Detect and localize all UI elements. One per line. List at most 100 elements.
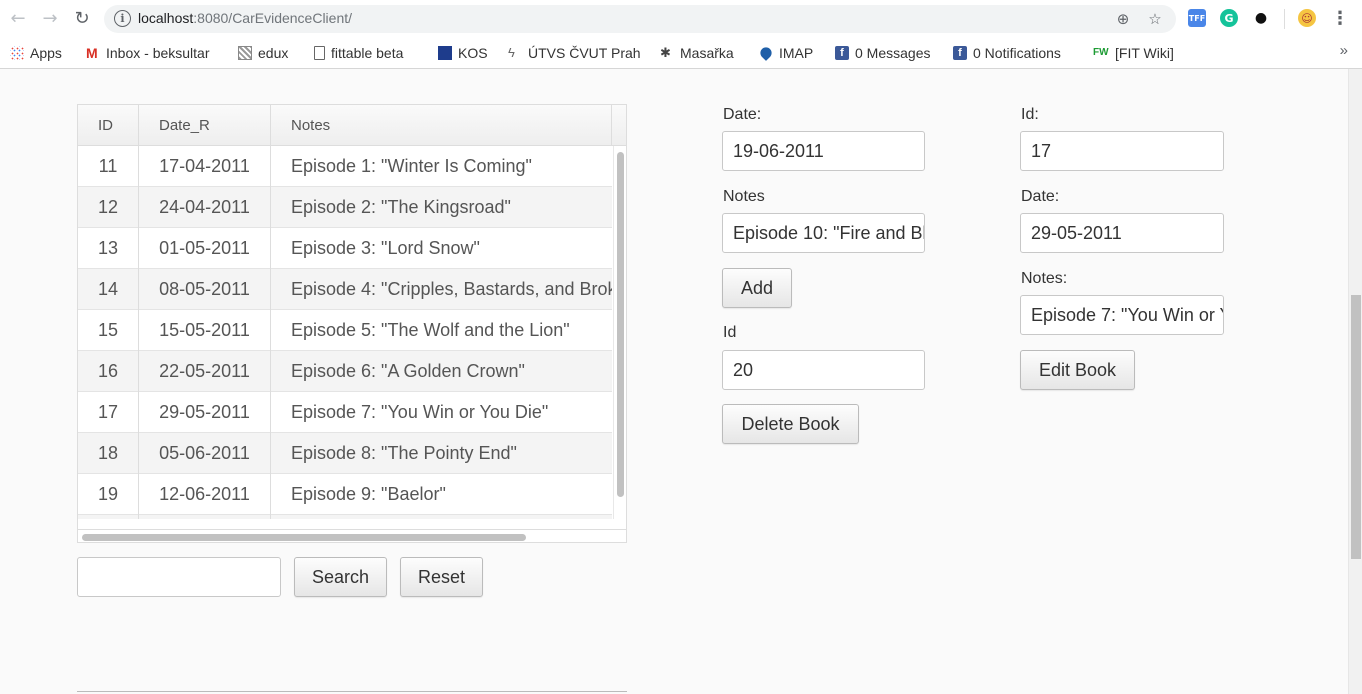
cell-id: 11 [78, 146, 139, 187]
facebook-icon: f [953, 46, 967, 60]
site-info-icon[interactable]: i [114, 10, 131, 27]
bookmark-messages[interactable]: f 0 Messages [835, 43, 939, 63]
edit-notes-input[interactable]: Episode 7: "You Win or You Die" [1020, 295, 1224, 335]
bookmark-notifications[interactable]: f 0 Notifications [953, 43, 1081, 63]
search-input[interactable] [77, 557, 281, 597]
table-row[interactable]: 15 15-05-2011 Episode 5: "The Wolf and the… [78, 310, 612, 351]
cell-id: 17 [78, 392, 139, 433]
url-text: localhost:8080/CarEvidenceClient/ [138, 10, 353, 26]
cell-id: 18 [78, 433, 139, 474]
reset-button[interactable]: Reset [400, 557, 483, 597]
column-header-notes[interactable]: Notes [271, 105, 612, 146]
cell-id: 12 [78, 187, 139, 228]
forward-icon[interactable]: → [36, 4, 64, 32]
edit-date-input[interactable]: 29-05-2011 [1020, 213, 1224, 253]
table-row[interactable] [78, 515, 612, 519]
cell-date: 29-05-2011 [139, 392, 271, 433]
masarka-icon: ✱ [660, 45, 671, 60]
table-row[interactable]: 13 01-05-2011 Episode 3: "Lord Snow" [78, 228, 612, 269]
bookmark-imap[interactable]: IMAP [759, 43, 821, 63]
table-vertical-scrollbar[interactable] [613, 146, 626, 519]
edit-id-input[interactable]: 17 [1020, 131, 1224, 171]
table-row[interactable]: 16 22-05-2011 Episode 6: "A Golden Crown" [78, 351, 612, 392]
menu-icon[interactable]: ⋮ [1326, 4, 1354, 32]
cell-notes: Episode 9: "Baelor" [291, 484, 446, 504]
cell-date: 05-06-2011 [139, 433, 271, 474]
add-date-label: Date: [723, 106, 762, 123]
extension-icon[interactable]: ● [1252, 9, 1270, 27]
cell-id: 14 [78, 269, 139, 310]
page-scrollbar-thumb[interactable] [1351, 295, 1361, 559]
kos-icon [438, 46, 452, 60]
utvs-icon: ϟ [508, 45, 515, 60]
cell-id: 15 [78, 310, 139, 351]
page-scrollbar[interactable] [1348, 69, 1362, 694]
cell-date: 22-05-2011 [139, 351, 271, 392]
bookmark-utvs[interactable]: ϟ ÚTVS ČVUT Prah [508, 43, 642, 63]
table-cell [78, 515, 139, 519]
bookmark-inbox[interactable]: M Inbox - beksultar [86, 43, 222, 63]
zoom-icon[interactable]: ⊕ [1113, 9, 1133, 29]
cell-notes: Episode 1: "Winter Is Coming" [291, 156, 532, 176]
cell-date: 17-04-2011 [139, 146, 271, 187]
cell-date: 01-05-2011 [139, 228, 271, 269]
table-header: ID Date_R Notes [78, 105, 626, 146]
cell-date: 24-04-2011 [139, 187, 271, 228]
column-header-id[interactable]: ID [78, 105, 139, 146]
apps-grid-icon [10, 46, 24, 60]
fitwiki-icon: FW [1093, 47, 1109, 58]
imap-icon [759, 45, 774, 61]
table-row[interactable]: 17 29-05-2011 Episode 7: "You Win or You D… [78, 392, 612, 433]
table-row[interactable]: 14 08-05-2011 Episode 4: "Cripples, Bastar… [78, 269, 612, 310]
browser-toolbar: ← → ↻ i localhost:8080/CarEvidenceClient… [0, 0, 1362, 37]
bookmark-fittable[interactable]: fittable beta [314, 43, 426, 63]
delete-id-label: Id [723, 324, 737, 341]
edit-book-button[interactable]: Edit Book [1020, 350, 1135, 390]
grammarly-extension-icon[interactable]: G [1220, 9, 1238, 27]
delete-id-input[interactable]: 20 [722, 350, 925, 390]
reload-icon[interactable]: ↻ [68, 4, 96, 32]
table-row[interactable]: 19 12-06-2011 Episode 9: "Baelor" [78, 474, 612, 515]
cell-id: 19 [78, 474, 139, 515]
edux-icon [238, 46, 252, 60]
edit-id-label: Id: [1021, 106, 1039, 123]
more-bookmarks-icon[interactable]: » [1340, 42, 1348, 59]
add-notes-input[interactable]: Episode 10: "Fire and Blood" [722, 213, 925, 253]
bookmark-edux[interactable]: edux [238, 43, 300, 63]
add-button[interactable]: Add [722, 268, 792, 308]
bookmark-apps[interactable]: Apps [10, 43, 74, 63]
table-horizontal-scrollbar[interactable] [78, 529, 626, 542]
cell-notes: Episode 2: "The Kingsroad" [291, 197, 511, 217]
cell-notes: Episode 6: "A Golden Crown" [291, 361, 525, 381]
add-date-input[interactable]: 19-06-2011 [722, 131, 925, 171]
column-header-date[interactable]: Date_R [139, 105, 271, 146]
table-row[interactable]: 12 24-04-2011 Episode 2: "The Kingsroad" [78, 187, 612, 228]
table-cell [271, 515, 612, 519]
search-button[interactable]: Search [294, 557, 387, 597]
bookmark-masarka[interactable]: ✱ Masařka [660, 43, 746, 63]
delete-book-button[interactable]: Delete Book [722, 404, 859, 444]
bookmark-star-icon[interactable]: ☆ [1145, 9, 1165, 29]
edit-date-label: Date: [1021, 188, 1060, 205]
edit-notes-label: Notes: [1021, 270, 1068, 287]
table-row[interactable]: 18 05-06-2011 Episode 8: "The Pointy End" [78, 433, 612, 474]
page-icon [314, 46, 325, 60]
bookmark-kos[interactable]: KOS [438, 43, 494, 63]
profile-avatar-icon[interactable]: ☺ [1298, 9, 1316, 27]
cell-notes: Episode 8: "The Pointy End" [291, 443, 517, 463]
bookmark-fitwiki[interactable]: FW [FIT Wiki] [1093, 43, 1185, 63]
cell-id: 16 [78, 351, 139, 392]
cell-date: 15-05-2011 [139, 310, 271, 351]
divider [77, 691, 627, 692]
gmail-icon: M [86, 45, 98, 61]
records-table: ID Date_R Notes 11 17-04-2011 Episode 1: "… [77, 104, 627, 543]
scrollbar-thumb[interactable] [617, 152, 624, 497]
address-bar[interactable]: i localhost:8080/CarEvidenceClient/ ⊕ ☆ [104, 5, 1176, 33]
cell-id: 13 [78, 228, 139, 269]
cell-notes: Episode 5: "The Wolf and the Lion" [291, 320, 570, 340]
back-icon[interactable]: ← [4, 4, 32, 32]
cell-date: 12-06-2011 [139, 474, 271, 515]
scrollbar-thumb[interactable] [82, 534, 526, 541]
table-row[interactable]: 11 17-04-2011 Episode 1: "Winter Is Coming… [78, 146, 612, 187]
tff-extension-icon[interactable]: TFF [1188, 9, 1206, 27]
